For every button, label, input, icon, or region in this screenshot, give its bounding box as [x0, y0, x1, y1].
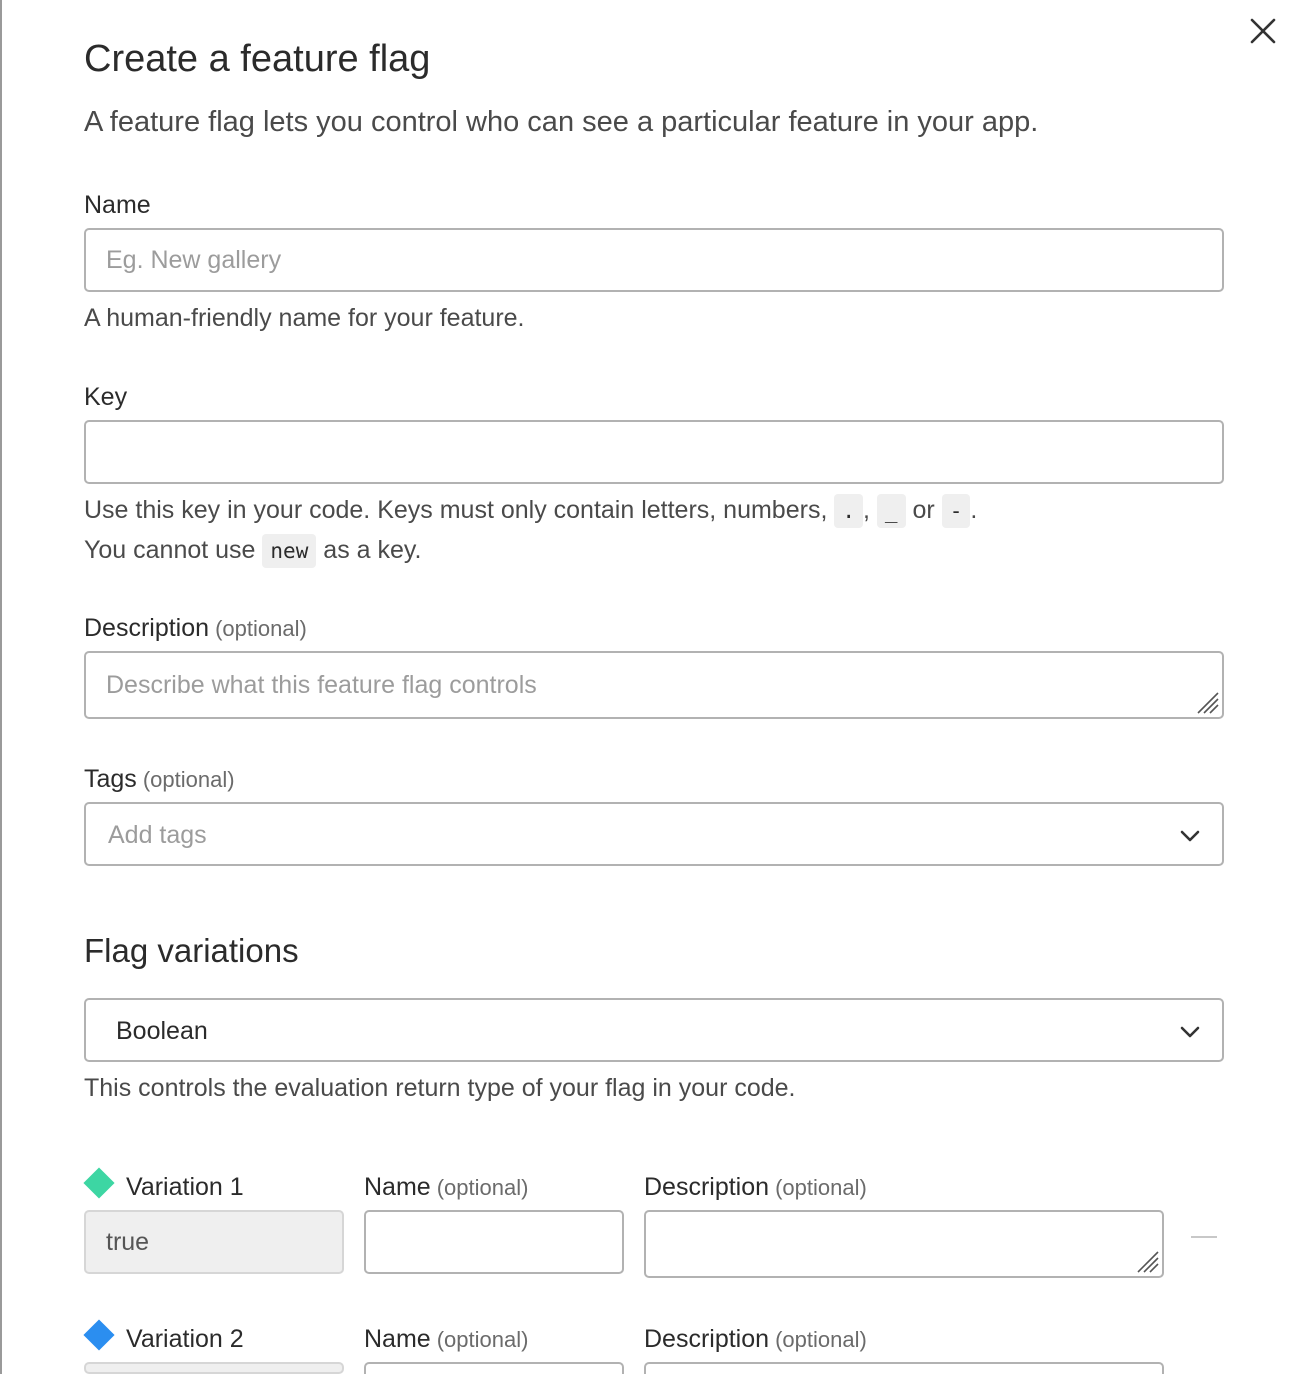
variation-type-value: Boolean	[116, 1017, 208, 1045]
variation-1-name-input[interactable]	[364, 1210, 624, 1274]
variation-2-label: Variation 2	[126, 1325, 244, 1353]
variation-1-description-label-text: Description	[644, 1173, 770, 1201]
chevron-down-icon	[1180, 1026, 1200, 1038]
key-hint-line2: You cannot use new as a key.	[84, 534, 422, 568]
variation-1-description-label: Description (optional)	[644, 1173, 867, 1202]
variation-2-description-input[interactable]	[644, 1362, 1164, 1374]
variation-1-name-optional: (optional)	[436, 1175, 529, 1200]
variation-2-name-optional: (optional)	[436, 1327, 529, 1352]
chevron-down-icon	[1180, 830, 1200, 842]
variation-2-description-label: Description (optional)	[644, 1325, 867, 1354]
key-label-text: Key	[84, 383, 128, 411]
variation-1-description-wrap	[644, 1210, 1164, 1278]
tags-select[interactable]: Add tags	[84, 802, 1224, 866]
variation-2-description-optional: (optional)	[775, 1327, 867, 1352]
dialog-subtitle: A feature flag lets you control who can …	[84, 106, 1039, 138]
tags-optional-label: (optional)	[142, 767, 235, 792]
key-hint-code-new: new	[262, 534, 317, 568]
key-hint-code-underscore: _	[876, 494, 906, 528]
tags-label-text: Tags	[84, 765, 137, 793]
flag-variations-title: Flag variations	[84, 932, 299, 969]
key-label: Key	[84, 383, 127, 412]
variation-1-description-optional: (optional)	[775, 1175, 867, 1200]
variation-2-name-label: Name (optional)	[364, 1325, 528, 1354]
variation-1-name-label: Name (optional)	[364, 1173, 528, 1202]
key-hint-code-dash: -	[941, 494, 971, 528]
variation-1-description-input[interactable]	[644, 1210, 1164, 1278]
key-hint-text: Use this key in your code. Keys must onl…	[84, 496, 828, 524]
key-hint-line2-suffix: as a key.	[323, 536, 422, 564]
close-button[interactable]	[1246, 14, 1280, 48]
key-hint-line1: Use this key in your code. Keys must onl…	[84, 494, 977, 528]
variation-2-name-input[interactable]	[364, 1362, 624, 1374]
close-icon	[1250, 18, 1276, 44]
tags-placeholder: Add tags	[108, 821, 207, 849]
create-flag-dialog: Create a feature flag A feature flag let…	[0, 0, 1298, 1374]
variation-1-value: true	[84, 1210, 344, 1274]
tags-label: Tags (optional)	[84, 765, 235, 794]
dialog-title: Create a feature flag	[84, 38, 431, 80]
key-hint-line2-prefix: You cannot use	[84, 536, 256, 564]
description-textarea[interactable]	[84, 651, 1224, 719]
key-hint-period: .	[970, 496, 978, 524]
description-optional-label: (optional)	[215, 616, 307, 641]
name-label-text: Name	[84, 191, 151, 219]
key-hint-or: or	[912, 496, 935, 524]
description-field-wrap	[84, 651, 1224, 719]
variation-1-color-icon	[83, 1167, 115, 1199]
description-label: Description (optional)	[84, 614, 307, 643]
variation-type-hint: This controls the evaluation return type…	[84, 1074, 796, 1102]
variation-2-color-icon	[83, 1319, 115, 1351]
variation-1-label: Variation 1	[126, 1173, 244, 1201]
key-input[interactable]	[84, 420, 1224, 484]
key-hint-code-dot: .	[834, 494, 863, 528]
name-label: Name	[84, 191, 151, 220]
remove-variation-1-button[interactable]	[1191, 1236, 1217, 1238]
name-input[interactable]	[84, 228, 1224, 292]
variation-2-name-label-text: Name	[364, 1325, 431, 1353]
name-hint: A human-friendly name for your feature.	[84, 304, 525, 332]
variation-1-name-label-text: Name	[364, 1173, 431, 1201]
variation-2-value	[84, 1362, 344, 1374]
variation-type-select[interactable]: Boolean	[84, 998, 1224, 1062]
description-label-text: Description	[84, 614, 210, 642]
key-hint-comma: ,	[863, 496, 870, 524]
variation-2-description-label-text: Description	[644, 1325, 770, 1353]
